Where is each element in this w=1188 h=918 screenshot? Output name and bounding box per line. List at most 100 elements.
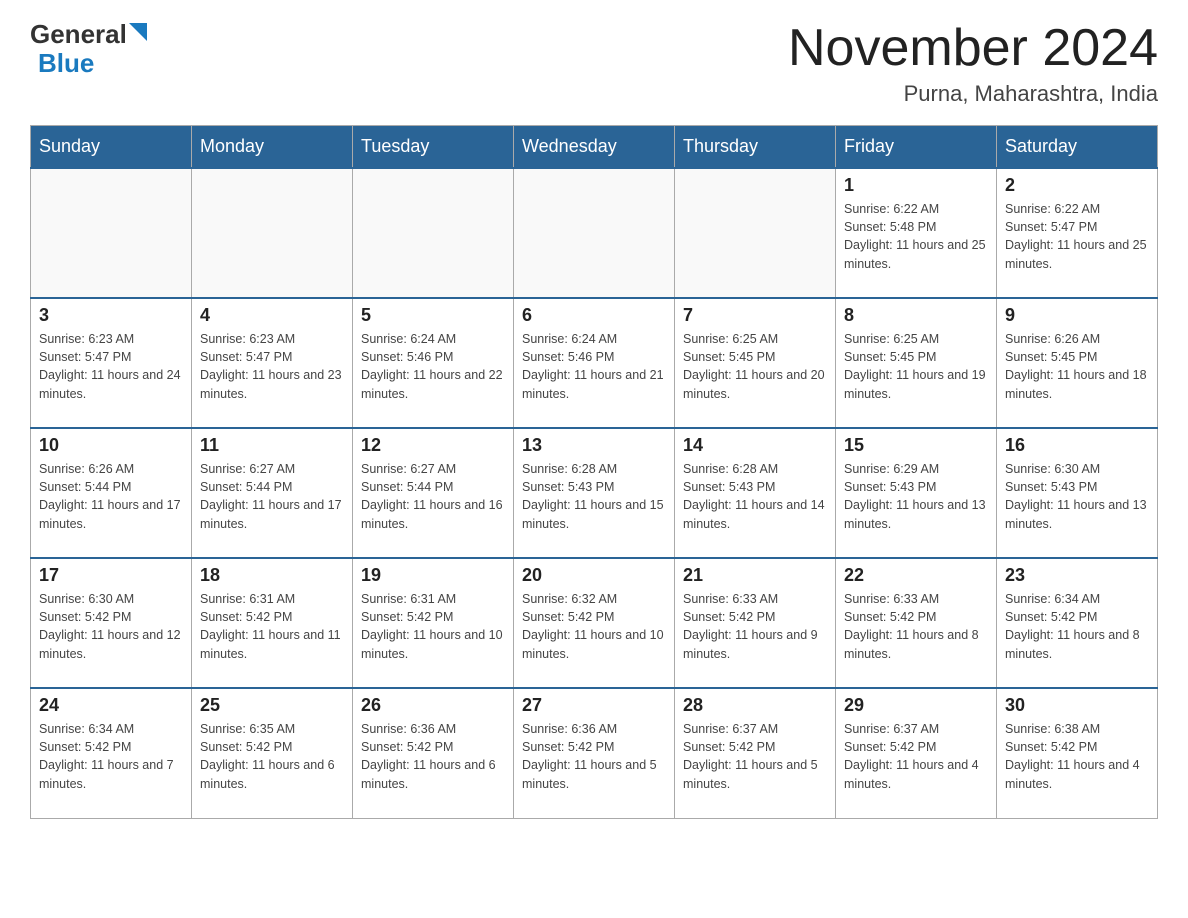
- day-number: 12: [361, 435, 505, 456]
- day-number: 14: [683, 435, 827, 456]
- day-number: 27: [522, 695, 666, 716]
- weekday-header-sunday: Sunday: [31, 126, 192, 169]
- day-info: Sunrise: 6:34 AMSunset: 5:42 PMDaylight:…: [39, 720, 183, 793]
- day-info: Sunrise: 6:37 AMSunset: 5:42 PMDaylight:…: [844, 720, 988, 793]
- week-row-2: 3 Sunrise: 6:23 AMSunset: 5:47 PMDaylight…: [31, 298, 1158, 428]
- calendar-cell: 21 Sunrise: 6:33 AMSunset: 5:42 PMDayligh…: [675, 558, 836, 688]
- day-info: Sunrise: 6:25 AMSunset: 5:45 PMDaylight:…: [683, 330, 827, 403]
- day-number: 29: [844, 695, 988, 716]
- calendar-cell: 11 Sunrise: 6:27 AMSunset: 5:44 PMDayligh…: [192, 428, 353, 558]
- day-info: Sunrise: 6:28 AMSunset: 5:43 PMDaylight:…: [522, 460, 666, 533]
- weekday-header-tuesday: Tuesday: [353, 126, 514, 169]
- week-row-3: 10 Sunrise: 6:26 AMSunset: 5:44 PMDayligh…: [31, 428, 1158, 558]
- weekday-header-monday: Monday: [192, 126, 353, 169]
- day-number: 19: [361, 565, 505, 586]
- day-info: Sunrise: 6:36 AMSunset: 5:42 PMDaylight:…: [522, 720, 666, 793]
- day-number: 9: [1005, 305, 1149, 326]
- day-info: Sunrise: 6:31 AMSunset: 5:42 PMDaylight:…: [361, 590, 505, 663]
- calendar-cell: 7 Sunrise: 6:25 AMSunset: 5:45 PMDaylight…: [675, 298, 836, 428]
- day-info: Sunrise: 6:25 AMSunset: 5:45 PMDaylight:…: [844, 330, 988, 403]
- day-number: 11: [200, 435, 344, 456]
- day-info: Sunrise: 6:31 AMSunset: 5:42 PMDaylight:…: [200, 590, 344, 663]
- day-info: Sunrise: 6:23 AMSunset: 5:47 PMDaylight:…: [39, 330, 183, 403]
- day-number: 25: [200, 695, 344, 716]
- day-info: Sunrise: 6:22 AMSunset: 5:47 PMDaylight:…: [1005, 200, 1149, 273]
- day-info: Sunrise: 6:27 AMSunset: 5:44 PMDaylight:…: [200, 460, 344, 533]
- day-info: Sunrise: 6:38 AMSunset: 5:42 PMDaylight:…: [1005, 720, 1149, 793]
- calendar-cell: 13 Sunrise: 6:28 AMSunset: 5:43 PMDayligh…: [514, 428, 675, 558]
- logo-general-text: General: [30, 20, 127, 49]
- calendar-cell: 1 Sunrise: 6:22 AMSunset: 5:48 PMDaylight…: [836, 168, 997, 298]
- calendar-cell: [31, 168, 192, 298]
- calendar-cell: 29 Sunrise: 6:37 AMSunset: 5:42 PMDayligh…: [836, 688, 997, 818]
- calendar-table: SundayMondayTuesdayWednesdayThursdayFrid…: [30, 125, 1158, 819]
- week-row-1: 1 Sunrise: 6:22 AMSunset: 5:48 PMDaylight…: [31, 168, 1158, 298]
- day-info: Sunrise: 6:24 AMSunset: 5:46 PMDaylight:…: [361, 330, 505, 403]
- calendar-cell: 25Sunrise: 6:35 AMSunset: 5:42 PMDayligh…: [192, 688, 353, 818]
- day-number: 22: [844, 565, 988, 586]
- calendar-cell: 15 Sunrise: 6:29 AMSunset: 5:43 PMDayligh…: [836, 428, 997, 558]
- calendar-cell: 24 Sunrise: 6:34 AMSunset: 5:42 PMDayligh…: [31, 688, 192, 818]
- weekday-header-friday: Friday: [836, 126, 997, 169]
- calendar-cell: [353, 168, 514, 298]
- logo-blue-text: Blue: [38, 49, 94, 78]
- day-info: Sunrise: 6:26 AMSunset: 5:45 PMDaylight:…: [1005, 330, 1149, 403]
- day-number: 24: [39, 695, 183, 716]
- day-number: 21: [683, 565, 827, 586]
- day-info: Sunrise: 6:27 AMSunset: 5:44 PMDaylight:…: [361, 460, 505, 533]
- day-number: 4: [200, 305, 344, 326]
- day-number: 7: [683, 305, 827, 326]
- day-info: Sunrise: 6:23 AMSunset: 5:47 PMDaylight:…: [200, 330, 344, 403]
- weekday-header-saturday: Saturday: [997, 126, 1158, 169]
- day-info: Sunrise: 6:32 AMSunset: 5:42 PMDaylight:…: [522, 590, 666, 663]
- day-number: 5: [361, 305, 505, 326]
- calendar-cell: 16Sunrise: 6:30 AMSunset: 5:43 PMDayligh…: [997, 428, 1158, 558]
- day-info: Sunrise: 6:30 AMSunset: 5:42 PMDaylight:…: [39, 590, 183, 663]
- calendar-cell: [192, 168, 353, 298]
- title-block: November 2024 Purna, Maharashtra, India: [788, 20, 1158, 107]
- calendar-cell: 2Sunrise: 6:22 AMSunset: 5:47 PMDaylight…: [997, 168, 1158, 298]
- day-info: Sunrise: 6:34 AMSunset: 5:42 PMDaylight:…: [1005, 590, 1149, 663]
- calendar-cell: 19 Sunrise: 6:31 AMSunset: 5:42 PMDayligh…: [353, 558, 514, 688]
- day-number: 15: [844, 435, 988, 456]
- day-number: 6: [522, 305, 666, 326]
- calendar-cell: 20 Sunrise: 6:32 AMSunset: 5:42 PMDayligh…: [514, 558, 675, 688]
- calendar-cell: 12 Sunrise: 6:27 AMSunset: 5:44 PMDayligh…: [353, 428, 514, 558]
- day-info: Sunrise: 6:28 AMSunset: 5:43 PMDaylight:…: [683, 460, 827, 533]
- calendar-cell: 4 Sunrise: 6:23 AMSunset: 5:47 PMDaylight…: [192, 298, 353, 428]
- day-number: 8: [844, 305, 988, 326]
- calendar-cell: 28Sunrise: 6:37 AMSunset: 5:42 PMDayligh…: [675, 688, 836, 818]
- day-number: 20: [522, 565, 666, 586]
- day-number: 13: [522, 435, 666, 456]
- logo: General Blue: [30, 20, 147, 77]
- day-number: 1: [844, 175, 988, 196]
- day-info: Sunrise: 6:22 AMSunset: 5:48 PMDaylight:…: [844, 200, 988, 273]
- day-info: Sunrise: 6:26 AMSunset: 5:44 PMDaylight:…: [39, 460, 183, 533]
- calendar-cell: 10 Sunrise: 6:26 AMSunset: 5:44 PMDayligh…: [31, 428, 192, 558]
- logo-arrow-icon: [129, 23, 147, 41]
- day-number: 23: [1005, 565, 1149, 586]
- calendar-cell: [675, 168, 836, 298]
- day-info: Sunrise: 6:36 AMSunset: 5:42 PMDaylight:…: [361, 720, 505, 793]
- day-info: Sunrise: 6:30 AMSunset: 5:43 PMDaylight:…: [1005, 460, 1149, 533]
- day-number: 10: [39, 435, 183, 456]
- calendar-cell: 9 Sunrise: 6:26 AMSunset: 5:45 PMDaylight…: [997, 298, 1158, 428]
- day-info: Sunrise: 6:24 AMSunset: 5:46 PMDaylight:…: [522, 330, 666, 403]
- calendar-cell: 27 Sunrise: 6:36 AMSunset: 5:42 PMDayligh…: [514, 688, 675, 818]
- calendar-cell: 18Sunrise: 6:31 AMSunset: 5:42 PMDayligh…: [192, 558, 353, 688]
- calendar-cell: 3 Sunrise: 6:23 AMSunset: 5:47 PMDaylight…: [31, 298, 192, 428]
- calendar-cell: 6 Sunrise: 6:24 AMSunset: 5:46 PMDaylight…: [514, 298, 675, 428]
- calendar-cell: 8 Sunrise: 6:25 AMSunset: 5:45 PMDaylight…: [836, 298, 997, 428]
- calendar-cell: 5 Sunrise: 6:24 AMSunset: 5:46 PMDaylight…: [353, 298, 514, 428]
- calendar-cell: 17 Sunrise: 6:30 AMSunset: 5:42 PMDayligh…: [31, 558, 192, 688]
- day-info: Sunrise: 6:33 AMSunset: 5:42 PMDaylight:…: [683, 590, 827, 663]
- calendar-cell: 22Sunrise: 6:33 AMSunset: 5:42 PMDayligh…: [836, 558, 997, 688]
- calendar-header-row: SundayMondayTuesdayWednesdayThursdayFrid…: [31, 126, 1158, 169]
- day-number: 3: [39, 305, 183, 326]
- day-number: 26: [361, 695, 505, 716]
- day-info: Sunrise: 6:29 AMSunset: 5:43 PMDaylight:…: [844, 460, 988, 533]
- calendar-cell: 26 Sunrise: 6:36 AMSunset: 5:42 PMDayligh…: [353, 688, 514, 818]
- weekday-header-wednesday: Wednesday: [514, 126, 675, 169]
- calendar-cell: 14 Sunrise: 6:28 AMSunset: 5:43 PMDayligh…: [675, 428, 836, 558]
- day-number: 17: [39, 565, 183, 586]
